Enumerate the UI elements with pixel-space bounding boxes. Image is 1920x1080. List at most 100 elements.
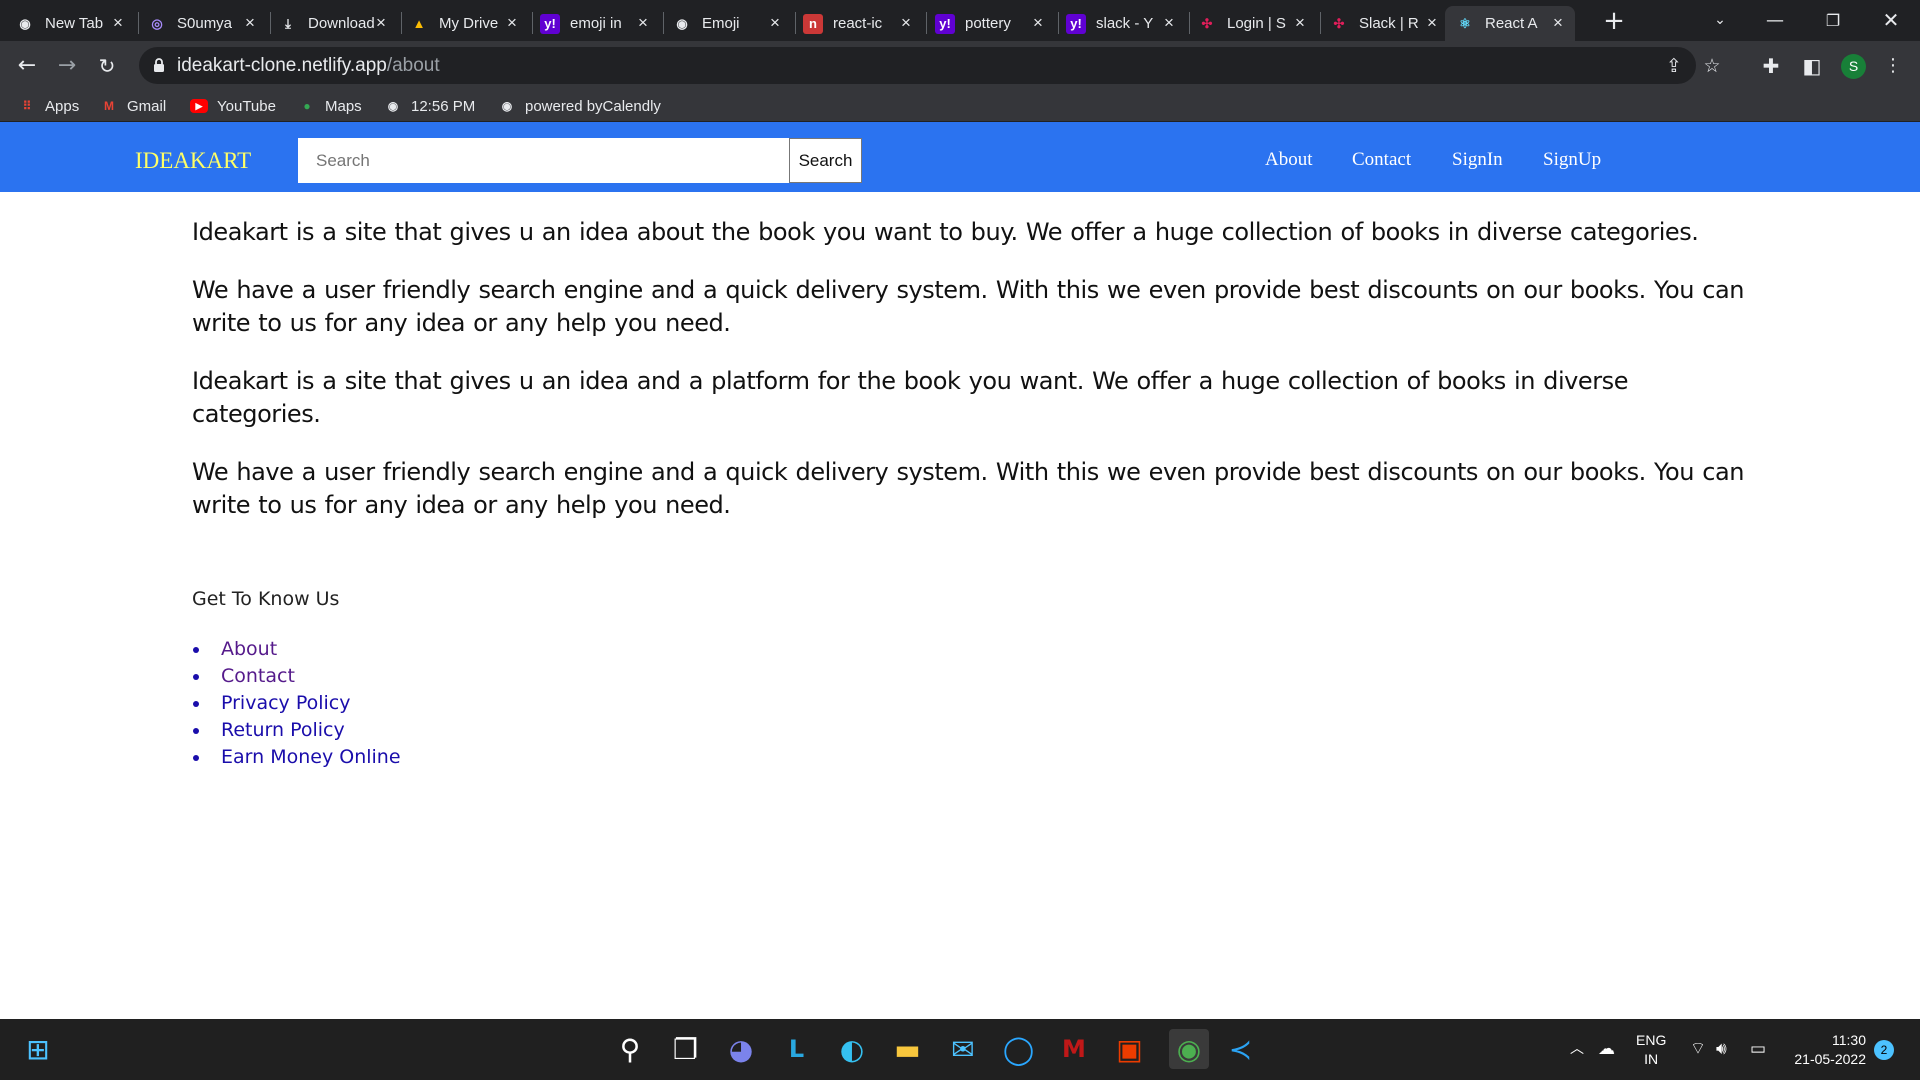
bookmark-item[interactable]: ◉ powered byCalendly — [498, 91, 661, 121]
site-search-input[interactable] — [298, 138, 789, 183]
nav-link-contact[interactable]: Contact — [1352, 122, 1411, 198]
tab-close-icon[interactable]: × — [766, 14, 784, 32]
bookmark-item[interactable]: ● Maps — [298, 91, 361, 121]
tab-close-icon[interactable]: × — [1029, 14, 1047, 32]
start-icon[interactable]: ⊞ — [22, 1033, 54, 1066]
tab-close-icon[interactable]: × — [1291, 14, 1309, 32]
task-view-icon[interactable]: ❐ — [670, 1033, 702, 1066]
browser-toolbar: ← → ↻ ideakart-clone.netlify.app/about ⇪… — [0, 41, 1920, 91]
about-content: Ideakart is a site that gives u an idea … — [192, 216, 1752, 547]
browser-tab[interactable]: ◎ S0umya × — [147, 6, 267, 41]
footer-link-about[interactable]: About — [221, 636, 277, 663]
site-brand-logo[interactable]: IDEAKART — [135, 122, 251, 200]
file-explorer-icon[interactable]: ▬ — [892, 1033, 924, 1066]
footer-link-return-policy[interactable]: Return Policy — [221, 717, 345, 744]
minimize-button[interactable]: — — [1752, 0, 1798, 41]
tab-close-icon[interactable]: × — [109, 14, 127, 32]
bookmark-star-icon[interactable]: ☆ — [1701, 55, 1723, 77]
tab-close-icon[interactable]: × — [372, 14, 390, 32]
search-icon[interactable]: ⚲ — [614, 1033, 646, 1066]
footer-link-earn-money-online[interactable]: Earn Money Online — [221, 744, 401, 771]
tab-close-icon[interactable]: × — [1549, 14, 1567, 32]
language-indicator[interactable]: ENG IN — [1636, 1031, 1666, 1069]
globe-icon: ◉ — [387, 99, 399, 113]
clock-date: 21-05-2022 — [1794, 1051, 1866, 1067]
tab-close-icon[interactable]: × — [241, 14, 259, 32]
vscode-icon[interactable]: ≺ — [1225, 1033, 1257, 1066]
tab-separator — [401, 12, 402, 34]
bookmark-item[interactable]: ▶ YouTube — [190, 91, 276, 121]
windows-taskbar: ⊞ ⚲ ❐ ◕ L ◐ ▬ ✉ ◯ M ▣ ◉ ≺ ︿ ☁ ENG IN ⌔ 🔊︎ ▭ 11:30 21… — [0, 1019, 1920, 1080]
yahoo-icon: y! — [1066, 13, 1086, 34]
nav-link-about[interactable]: About — [1265, 122, 1313, 198]
browser-tab[interactable]: ⤓ Download × — [278, 6, 398, 41]
l-app-icon[interactable]: L — [781, 1033, 813, 1065]
back-button[interactable]: ← — [12, 51, 42, 81]
chrome-icon[interactable]: ◉ — [1169, 1029, 1209, 1069]
browser-tab-strip: ◉ New Tab × ◎ S0umya × ⤓ Download × ▲ My Drive × y! e… — [0, 0, 1920, 41]
react-icon: ⚛ — [1459, 15, 1471, 31]
globe-icon: ◉ — [676, 15, 688, 31]
onedrive-icon[interactable]: ☁ — [1598, 1038, 1615, 1060]
maps-pin-icon: ● — [303, 99, 311, 113]
nav-link-signin[interactable]: SignIn — [1452, 122, 1503, 198]
notification-badge[interactable]: 2 — [1874, 1040, 1894, 1060]
tab-close-icon[interactable]: × — [1160, 14, 1178, 32]
cortana-icon[interactable]: ◯ — [1003, 1033, 1035, 1066]
bookmark-item[interactable]: M Gmail — [100, 91, 166, 121]
lock-icon[interactable] — [153, 57, 165, 73]
browser-tab[interactable]: n react-ic × — [803, 6, 923, 41]
browser-tab[interactable]: y! emoji in × — [540, 6, 660, 41]
reload-button[interactable]: ↻ — [92, 51, 122, 81]
footer-link-contact[interactable]: Contact — [221, 663, 295, 690]
office-icon[interactable]: ▣ — [1114, 1033, 1146, 1066]
yahoo-icon: y! — [540, 13, 560, 34]
browser-tab[interactable]: y! slack - Y × — [1066, 6, 1186, 41]
globe-icon: ◉ — [19, 15, 31, 31]
profile-avatar[interactable]: S — [1841, 54, 1866, 79]
region-code: IN — [1644, 1051, 1659, 1067]
new-tab-button[interactable]: + — [1599, 6, 1629, 36]
tab-close-icon[interactable]: × — [503, 14, 521, 32]
clock-time: 11:30 — [1832, 1032, 1866, 1048]
wifi-icon[interactable]: ⌔ — [1690, 1038, 1706, 1060]
tab-close-icon[interactable]: × — [634, 14, 652, 32]
bookmark-label: Apps — [45, 97, 80, 115]
nav-link-signup[interactable]: SignUp — [1543, 122, 1601, 198]
teams-chat-icon[interactable]: ◕ — [725, 1033, 757, 1066]
footer-link-privacy-policy[interactable]: Privacy Policy — [221, 690, 350, 717]
tab-search-chevron-icon[interactable]: ⌄ — [1697, 0, 1743, 41]
tab-close-icon[interactable]: × — [1423, 14, 1441, 32]
forward-button[interactable]: → — [52, 51, 82, 81]
tab-separator — [1058, 12, 1059, 34]
browser-tab[interactable]: ✣ Login | S × — [1197, 6, 1317, 41]
close-window-button[interactable]: ✕ — [1868, 0, 1914, 41]
browser-tab[interactable]: ⚛ React A × — [1445, 6, 1575, 41]
browser-tab[interactable]: y! pottery × — [935, 6, 1055, 41]
tab-close-icon[interactable]: × — [897, 14, 915, 32]
volume-icon[interactable]: 🔊︎ — [1716, 1038, 1727, 1060]
restore-button[interactable]: ❐ — [1810, 0, 1856, 41]
extensions-puzzle-icon[interactable]: ✚ — [1756, 51, 1786, 81]
browser-tab[interactable]: ◉ Emoji × — [672, 6, 792, 41]
mcafee-icon[interactable]: M — [1058, 1033, 1090, 1065]
url-text[interactable]: ideakart-clone.netlify.app/about — [177, 47, 440, 84]
system-clock[interactable]: 11:30 21-05-2022 — [1782, 1031, 1866, 1069]
battery-icon[interactable]: ▭ — [1750, 1038, 1766, 1060]
browser-tab[interactable]: ◉ New Tab × — [15, 6, 135, 41]
language-code: ENG — [1636, 1032, 1667, 1048]
about-paragraph: Ideakart is a site that gives u an idea … — [192, 218, 1699, 246]
mail-icon[interactable]: ✉ — [947, 1033, 979, 1066]
bookmark-item[interactable]: ⠿ Apps — [18, 91, 80, 121]
tray-overflow-chevron-icon[interactable]: ︿ — [1570, 1038, 1584, 1060]
address-bar[interactable]: ideakart-clone.netlify.app/about ⇪ ☆ — [139, 47, 1721, 84]
edge-icon[interactable]: ◐ — [836, 1033, 868, 1066]
bullet-icon — [193, 727, 199, 734]
browser-tab[interactable]: ✣ Slack | R × — [1329, 6, 1449, 41]
side-panel-icon[interactable]: ◧ — [1797, 51, 1827, 81]
bookmark-item[interactable]: ◉ 12:56 PM — [384, 91, 475, 121]
site-search-button[interactable]: Search — [789, 138, 862, 183]
browser-tab[interactable]: ▲ My Drive × — [409, 6, 529, 41]
menu-kebab-icon[interactable]: ⋮ — [1878, 51, 1908, 81]
share-icon[interactable]: ⇪ — [1663, 55, 1685, 77]
